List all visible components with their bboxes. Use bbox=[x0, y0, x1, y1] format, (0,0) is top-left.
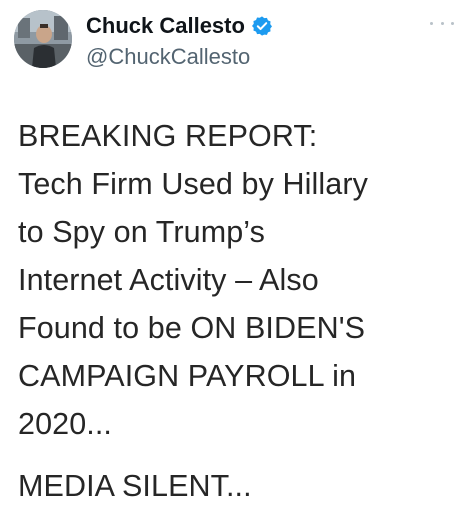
tweet: Chuck Callesto @ChuckCallesto BREAKING R… bbox=[0, 0, 468, 503]
more-dot bbox=[440, 21, 444, 25]
author-names: Chuck Callesto @ChuckCallesto bbox=[86, 12, 273, 70]
tweet-text-line: Tech Firm Used by Hillary bbox=[18, 167, 368, 201]
tweet-text-line: BREAKING REPORT: bbox=[18, 119, 318, 153]
tweet-text-line: 2020... bbox=[18, 407, 112, 441]
avatar-photo-icon bbox=[14, 10, 72, 68]
tweet-text-line: Found to be ON BIDEN'S bbox=[18, 311, 366, 345]
verified-badge-icon bbox=[251, 16, 272, 36]
tweet-text-line: Internet Activity – Also bbox=[18, 263, 319, 297]
tweet-text: BREAKING REPORT: Tech Firm Used by Hilla… bbox=[18, 112, 458, 510]
author-handle[interactable]: @ChuckCallesto bbox=[86, 44, 273, 70]
more-dot bbox=[451, 21, 454, 25]
avatar[interactable] bbox=[14, 10, 72, 68]
more-dot bbox=[430, 21, 433, 25]
tweet-text-line: CAMPAIGN PAYROLL in bbox=[18, 359, 357, 393]
tweet-header: Chuck Callesto @ChuckCallesto bbox=[14, 10, 454, 72]
display-name[interactable]: Chuck Callesto bbox=[86, 13, 245, 39]
display-name-row: Chuck Callesto bbox=[86, 12, 273, 40]
tweet-text-footer-line: MEDIA SILENT... bbox=[18, 469, 252, 503]
more-options-icon[interactable] bbox=[430, 16, 454, 30]
tweet-text-line: to Spy on Trump’s bbox=[18, 215, 265, 249]
